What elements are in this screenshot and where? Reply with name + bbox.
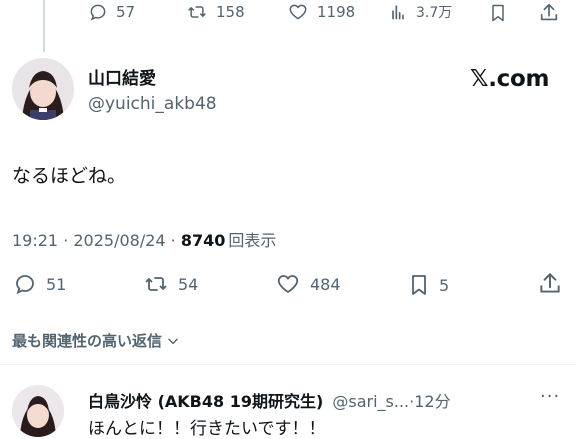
bookmark-icon [407, 272, 431, 298]
share-button[interactable] [537, 271, 563, 297]
heart-icon [274, 272, 302, 296]
share-icon [538, 2, 560, 24]
tweet-meta: 19:21 · 2025/08/24 · 8740 回表示 [12, 227, 276, 251]
repost-button[interactable]: 54 [142, 272, 198, 296]
bookmark-count: 5 [439, 275, 450, 295]
prev-like-count: 1198 [317, 3, 356, 21]
reply-header: 白鳥沙怜 (AKB48 19期研究生) @sari_s...·12分 [88, 388, 451, 412]
author-handle[interactable]: @yuichi_akb48 [88, 94, 217, 114]
prev-views-button[interactable]: 3.7万 [388, 2, 452, 22]
repost-icon [142, 272, 170, 296]
reply-sort-selector[interactable]: 最も関連性の高い返信 [12, 330, 180, 351]
reply-sort-label: 最も関連性の高い返信 [12, 332, 163, 350]
reply-button[interactable]: 51 [12, 272, 66, 296]
reply-icon [12, 272, 38, 296]
reply-text: ほんとに！！行きたいです！！ [88, 419, 326, 439]
like-button[interactable]: 484 [274, 272, 341, 296]
reply-icon [88, 2, 108, 22]
prev-bookmark-button[interactable] [488, 2, 508, 24]
prev-reply-button[interactable]: 57 [88, 2, 135, 22]
prev-repost-button[interactable]: 158 [186, 2, 245, 22]
repost-icon [186, 2, 208, 22]
avatar-portrait [12, 58, 74, 120]
reply-count: 51 [46, 274, 67, 294]
heart-icon [287, 2, 309, 22]
reply-avatar-portrait [12, 385, 64, 437]
author-avatar[interactable] [12, 58, 74, 120]
bookmark-button[interactable]: 5 [407, 272, 449, 298]
repost-count: 54 [178, 274, 199, 294]
chevron-down-icon [166, 334, 180, 348]
bookmark-icon [488, 2, 508, 24]
prev-views-count: 3.7万 [416, 5, 453, 21]
tweet-timestamp[interactable]: 19:21 · 2025/08/24 · [12, 231, 181, 250]
like-count: 484 [310, 274, 341, 294]
reply-author-avatar[interactable] [12, 385, 64, 437]
tweet-text: なるほどね。 [12, 165, 127, 187]
prev-like-button[interactable]: 1198 [287, 2, 355, 22]
author-display-name[interactable]: 山口結愛 [88, 64, 156, 89]
tweet-views-label: 回表示 [228, 231, 277, 250]
prev-repost-count: 158 [216, 3, 245, 21]
views-chart-icon [388, 2, 408, 22]
divider [0, 364, 576, 365]
reply-handle-time[interactable]: @sari_s...·12分 [332, 392, 450, 411]
more-options-icon[interactable]: ··· [540, 386, 560, 407]
share-icon [537, 271, 563, 297]
reply-display-name[interactable]: 白鳥沙怜 (AKB48 19期研究生) [88, 392, 323, 411]
prev-reply-count: 57 [116, 3, 136, 21]
tweet-views-count: 8740 [180, 231, 226, 250]
prev-share-button[interactable] [538, 2, 560, 24]
thread-connector-line [43, 0, 45, 52]
x-com-logo: 𝕏.com [470, 66, 550, 92]
